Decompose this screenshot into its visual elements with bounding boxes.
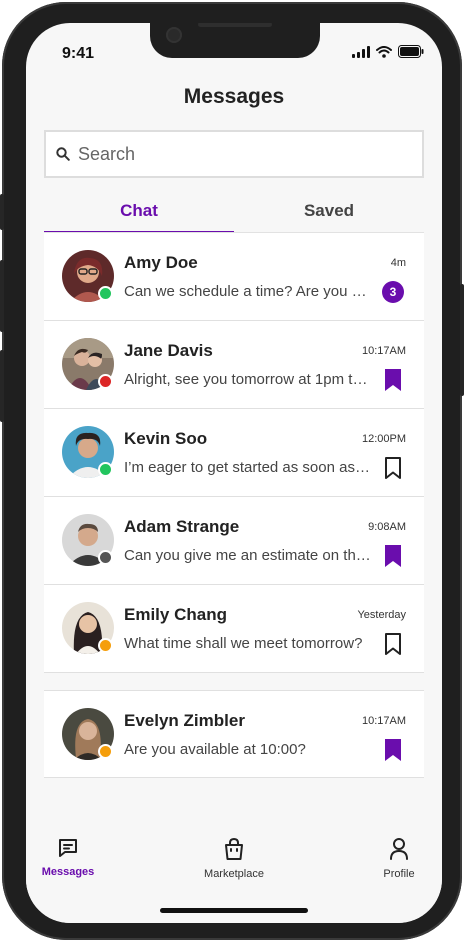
- contact-name: Jane Davis: [124, 341, 213, 360]
- message-preview: Are you available at 10:00?: [124, 741, 306, 758]
- nav-messages[interactable]: Messages: [26, 837, 113, 878]
- home-indicator: [160, 908, 308, 913]
- nav-label: Messages: [41, 866, 95, 878]
- message-time: 10:17AM: [361, 345, 406, 357]
- tab-bar: Chat Saved: [44, 195, 424, 233]
- message-time: 12:00PM: [361, 433, 406, 445]
- chat-icon: [59, 839, 77, 857]
- nav-profile[interactable]: Profile: [354, 837, 442, 880]
- search-icon: [56, 147, 70, 161]
- phone-frame: 9:41 Messages Chat: [0, 2, 464, 940]
- search-bar[interactable]: [44, 130, 424, 178]
- wifi-icon: [376, 45, 392, 58]
- battery-icon: [398, 45, 424, 58]
- conversation-item[interactable]: Kevin Soo 12:00PM I’m eager to get start…: [44, 409, 424, 497]
- unread-badge: 3: [382, 281, 404, 303]
- message-preview: I’m eager to get started as soon as poss…: [124, 459, 374, 476]
- conversation-item[interactable]: Jane Davis 10:17AM Alright, see you tomo…: [44, 321, 424, 409]
- mute-switch: [0, 194, 4, 230]
- message-time: 10:17AM: [361, 715, 406, 727]
- camera: [166, 27, 182, 43]
- status-dot: [98, 744, 113, 759]
- contact-name: Amy Doe: [124, 253, 198, 272]
- conversation-item[interactable]: Evelyn Zimbler 10:17AM Are you available…: [44, 690, 424, 778]
- nav-label: Profile: [383, 868, 415, 880]
- message-preview: Can we schedule a time? Are you availabl…: [124, 283, 374, 300]
- status-dot: [98, 286, 113, 301]
- bookmark-filled-icon[interactable]: [384, 738, 402, 762]
- tab-chat[interactable]: Chat: [44, 195, 234, 233]
- volume-up-button: [0, 260, 4, 332]
- conversation-item[interactable]: Adam Strange 9:08AM Can you give me an e…: [44, 497, 424, 585]
- message-time: 9:08AM: [368, 521, 406, 533]
- message-preview: Can you give me an estimate on the proje…: [124, 547, 374, 564]
- bookmark-outline-icon[interactable]: [384, 456, 402, 480]
- screen: 9:41 Messages Chat: [26, 23, 442, 923]
- status-dot: [98, 638, 113, 653]
- nav-label: Marketplace: [204, 868, 264, 880]
- power-button: [460, 284, 464, 396]
- conversation-item[interactable]: Amy Doe 4m Can we schedule a time? Are y…: [44, 233, 424, 321]
- message-time: Yesterday: [357, 609, 406, 621]
- conversation-list: Amy Doe 4m Can we schedule a time? Are y…: [44, 233, 424, 778]
- nav-marketplace[interactable]: Marketplace: [189, 837, 279, 880]
- page-title: Messages: [183, 85, 285, 108]
- status-dot: [98, 462, 113, 477]
- tab-saved[interactable]: Saved: [234, 195, 424, 233]
- user-icon: [390, 838, 408, 860]
- contact-name: Emily Chang: [124, 605, 227, 624]
- contact-name: Kevin Soo: [124, 429, 208, 448]
- speaker: [198, 23, 272, 27]
- shopping-bag-icon: [225, 837, 243, 860]
- message-time: 4m: [390, 257, 406, 269]
- conversation-item[interactable]: Emily Chang Yesterday What time shall we…: [44, 585, 424, 673]
- contact-name: Adam Strange: [124, 517, 240, 536]
- message-preview: Alright, see you tomorrow at 1pm then: [124, 371, 374, 388]
- status-time: 9:41: [62, 45, 95, 62]
- search-input[interactable]: [78, 143, 398, 165]
- bookmark-filled-icon[interactable]: [384, 368, 402, 392]
- notch: [150, 23, 320, 58]
- signal-icon: [352, 45, 370, 58]
- bookmark-outline-icon[interactable]: [384, 632, 402, 656]
- bookmark-filled-icon[interactable]: [384, 544, 402, 568]
- status-dot: [98, 550, 113, 565]
- status-icons: [352, 45, 424, 58]
- contact-name: Evelyn Zimbler: [124, 711, 245, 730]
- status-dot: [98, 374, 113, 389]
- volume-down-button: [0, 350, 4, 422]
- message-preview: What time shall we meet tomorrow?: [124, 635, 363, 652]
